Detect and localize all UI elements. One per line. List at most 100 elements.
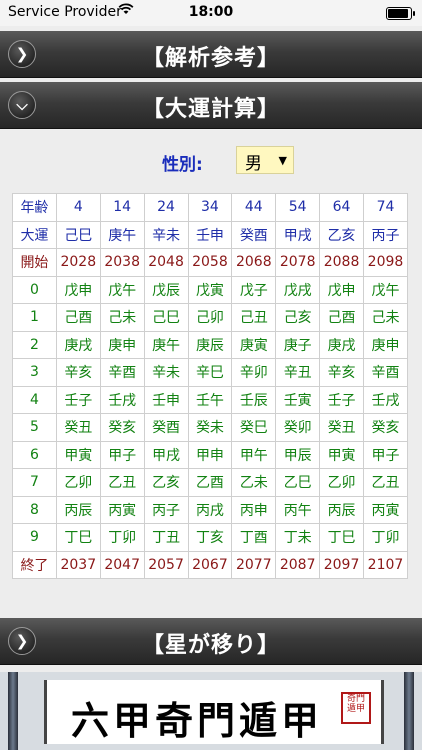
table-cell: 丁卯 bbox=[99, 523, 145, 552]
table-cell: 甲子 bbox=[99, 440, 145, 469]
table-cell: 己未 bbox=[363, 303, 408, 332]
table-cell: 辛未 bbox=[143, 358, 189, 387]
calligraphy-scroll: 六甲奇門遁甲 奇門 遁甲 bbox=[44, 680, 384, 744]
table-cell: 2038 bbox=[99, 248, 145, 277]
table-cell: 34 bbox=[187, 193, 233, 222]
table-cell: 甲辰 bbox=[275, 440, 321, 469]
table-cell: 丁卯 bbox=[363, 523, 408, 552]
table-cell: 乙丑 bbox=[99, 468, 145, 497]
row-label: 開始 bbox=[12, 248, 57, 277]
section-daiun-header[interactable]: ⌵ 【大運計算】 bbox=[0, 82, 422, 129]
table-cell: 2047 bbox=[99, 550, 145, 579]
table-cell: 2087 bbox=[275, 550, 321, 579]
table-cell: 癸巳 bbox=[231, 413, 277, 442]
row-label: 0 bbox=[12, 275, 57, 304]
table-cell: 甲寅 bbox=[55, 440, 101, 469]
battery-icon bbox=[386, 7, 415, 20]
banner-image: 六甲奇門遁甲 奇門 遁甲 bbox=[0, 672, 422, 750]
table-cell: 戊辰 bbox=[143, 275, 189, 304]
year-row: 9 丁巳 丁卯 丁丑 丁亥 丁酉 丁未 丁巳 丁卯 bbox=[12, 523, 408, 552]
table-cell: 丙辰 bbox=[55, 495, 101, 524]
daiun-table: 年齢 4 14 24 34 44 54 64 74 大運 己巳 庚午 辛未 壬申 癸酉 甲戌 乙亥 丙子 開始 202… bbox=[12, 193, 408, 579]
section-daiun-title: 【大運計算】 bbox=[141, 97, 280, 122]
year-row: 6 甲寅 甲子 甲戌 甲申 甲午 甲辰 甲寅 甲子 bbox=[12, 440, 408, 469]
table-cell: 癸亥 bbox=[363, 413, 408, 442]
row-label: 4 bbox=[12, 385, 57, 414]
table-cell: 辛酉 bbox=[99, 358, 145, 387]
section-analysis-header[interactable]: ❯ 【解析参考】 bbox=[0, 31, 422, 78]
table-cell: 2067 bbox=[187, 550, 233, 579]
table-cell: 54 bbox=[275, 193, 321, 222]
table-cell: 己巳 bbox=[143, 303, 189, 332]
gender-row: 性別: 男 ▼ bbox=[0, 146, 422, 176]
table-cell: 辛巳 bbox=[187, 358, 233, 387]
year-row: 7 乙卯 乙丑 乙亥 乙酉 乙未 乙巳 乙卯 乙丑 bbox=[12, 468, 408, 497]
row-label: 6 bbox=[12, 440, 57, 469]
table-cell: 2057 bbox=[143, 550, 189, 579]
table-cell: 戊午 bbox=[363, 275, 408, 304]
table-cell: 庚子 bbox=[275, 330, 321, 359]
red-seal-icon: 奇門 遁甲 bbox=[341, 692, 371, 724]
table-cell: 74 bbox=[363, 193, 408, 222]
gender-select[interactable]: 男 ▼ bbox=[236, 146, 294, 174]
table-cell: 丙午 bbox=[275, 495, 321, 524]
table-cell: 庚午 bbox=[99, 220, 145, 249]
table-cell: 癸丑 bbox=[55, 413, 101, 442]
table-cell: 甲午 bbox=[231, 440, 277, 469]
table-cell: 壬申 bbox=[143, 385, 189, 414]
section-star-move-header[interactable]: ❯ 【星が移り】 bbox=[0, 618, 422, 665]
table-cell: 辛酉 bbox=[363, 358, 408, 387]
row-label: 2 bbox=[12, 330, 57, 359]
table-cell: 壬寅 bbox=[275, 385, 321, 414]
row-label: 7 bbox=[12, 468, 57, 497]
table-cell: 壬申 bbox=[187, 220, 233, 249]
table-cell: 丙寅 bbox=[363, 495, 408, 524]
row-label: 年齢 bbox=[12, 193, 57, 222]
year-row: 1 己酉 己未 己巳 己卯 己丑 己亥 己酉 己未 bbox=[12, 303, 408, 332]
table-cell: 己酉 bbox=[319, 303, 364, 332]
table-cell: 丁丑 bbox=[143, 523, 189, 552]
table-cell: 2078 bbox=[275, 248, 321, 277]
table-cell: 2028 bbox=[55, 248, 101, 277]
row-label: 終了 bbox=[12, 550, 57, 579]
daiun-row: 大運 己巳 庚午 辛未 壬申 癸酉 甲戌 乙亥 丙子 bbox=[12, 220, 408, 249]
table-cell: 64 bbox=[319, 193, 364, 222]
section-star-move-title: 【星が移り】 bbox=[141, 633, 280, 658]
table-cell: 己巳 bbox=[55, 220, 101, 249]
row-label: 5 bbox=[12, 413, 57, 442]
row-label: 8 bbox=[12, 495, 57, 524]
dropdown-arrow-icon: ▼ bbox=[278, 154, 287, 167]
year-row: 8 丙辰 丙寅 丙子 丙戌 丙申 丙午 丙辰 丙寅 bbox=[12, 495, 408, 524]
table-cell: 辛卯 bbox=[231, 358, 277, 387]
year-row: 5 癸丑 癸亥 癸酉 癸未 癸巳 癸卯 癸丑 癸亥 bbox=[12, 413, 408, 442]
table-cell: 2058 bbox=[187, 248, 233, 277]
table-cell: 丙辰 bbox=[319, 495, 364, 524]
scroll-rod-right bbox=[404, 672, 414, 750]
table-cell: 甲戌 bbox=[275, 220, 321, 249]
scroll-rod-left bbox=[8, 672, 18, 750]
gender-label: 性別: bbox=[162, 155, 203, 175]
table-cell: 丁未 bbox=[275, 523, 321, 552]
table-cell: 乙巳 bbox=[275, 468, 321, 497]
table-cell: 辛未 bbox=[143, 220, 189, 249]
end-year-row: 終了 2037 2047 2057 2067 2077 2087 2097 2107 bbox=[12, 550, 408, 579]
table-cell: 2037 bbox=[55, 550, 101, 579]
table-cell: 癸酉 bbox=[231, 220, 277, 249]
table-cell: 庚辰 bbox=[187, 330, 233, 359]
banner-text: 六甲奇門遁甲 bbox=[70, 698, 323, 743]
table-cell: 乙亥 bbox=[143, 468, 189, 497]
table-cell: 癸亥 bbox=[99, 413, 145, 442]
table-cell: 庚午 bbox=[143, 330, 189, 359]
table-cell: 2077 bbox=[231, 550, 277, 579]
table-cell: 己酉 bbox=[55, 303, 101, 332]
table-cell: 庚戌 bbox=[55, 330, 101, 359]
table-cell: 辛亥 bbox=[55, 358, 101, 387]
table-cell: 癸卯 bbox=[275, 413, 321, 442]
gender-value: 男 bbox=[245, 154, 262, 174]
table-cell: 甲寅 bbox=[319, 440, 364, 469]
table-cell: 戊戌 bbox=[275, 275, 321, 304]
table-cell: 14 bbox=[99, 193, 145, 222]
start-year-row: 開始 2028 2038 2048 2058 2068 2078 2088 2098 bbox=[12, 248, 408, 277]
table-cell: 丙子 bbox=[143, 495, 189, 524]
table-cell: 丙申 bbox=[231, 495, 277, 524]
